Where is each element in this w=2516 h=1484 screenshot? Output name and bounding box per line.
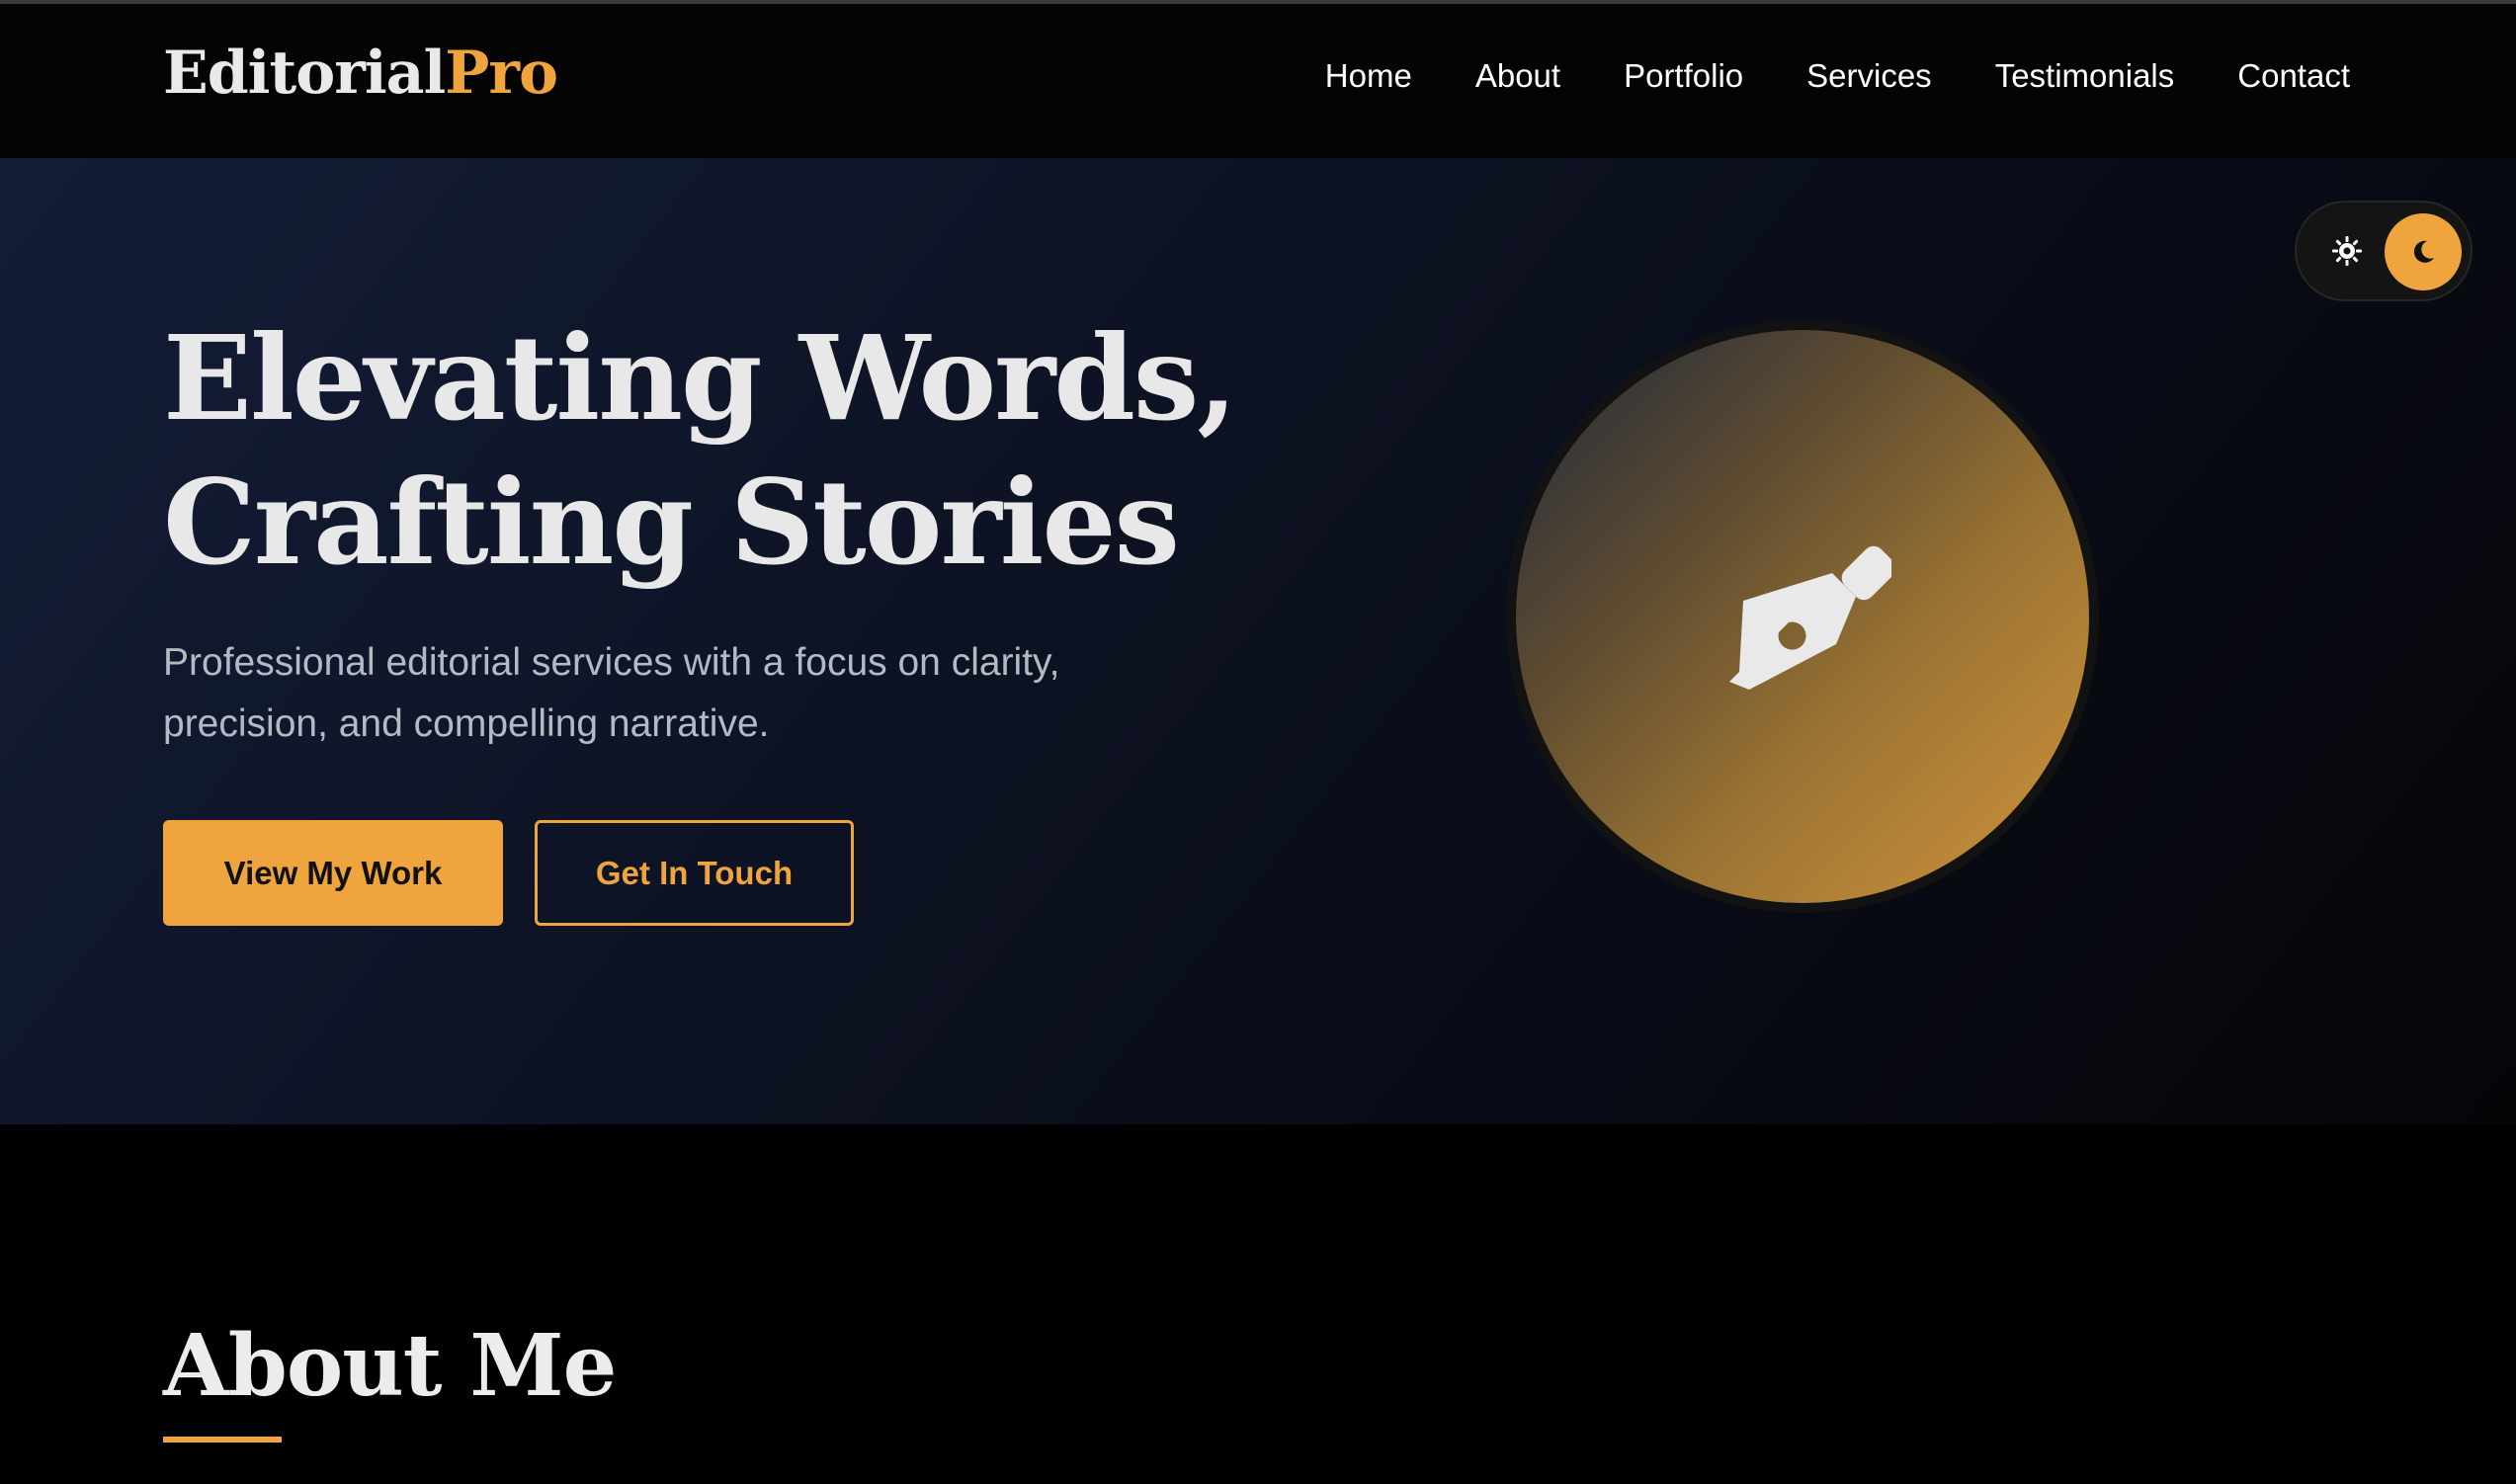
brand-logo[interactable]: EditorialPro (163, 43, 558, 103)
get-in-touch-button[interactable]: Get In Touch (535, 820, 854, 926)
site-header: EditorialPro Home About Portfolio Servic… (0, 4, 2516, 158)
hero-title: Elevating Words, Crafting Stories (163, 306, 1300, 595)
nav-link-about[interactable]: About (1475, 59, 1560, 92)
sun-icon[interactable] (2324, 228, 2370, 274)
hero-subtitle: Professional editorial services with a f… (163, 641, 1060, 745)
about-section-title: About Me (163, 1316, 617, 1416)
hero-section: Elevating Words, Crafting Stories Profes… (0, 158, 2516, 1124)
nav-link-home[interactable]: Home (1325, 59, 1412, 92)
hero-title-line-2: Crafting Stories (163, 453, 1180, 591)
nav-link-portfolio[interactable]: Portfolio (1624, 59, 1743, 92)
brand-name-main: Editorial (163, 39, 446, 108)
view-my-work-button[interactable]: View My Work (163, 820, 503, 926)
nav-link-testimonials[interactable]: Testimonials (1995, 59, 2175, 92)
moon-icon[interactable] (2385, 213, 2462, 290)
hero-title-line-1: Elevating Words, (163, 309, 1237, 447)
nav-link-services[interactable]: Services (1806, 59, 1932, 92)
hero-graphic (1516, 330, 2089, 903)
page: EditorialPro Home About Portfolio Servic… (0, 0, 2516, 1484)
main-nav: Home About Portfolio Services Testimonia… (1325, 59, 2350, 92)
nav-link-contact[interactable]: Contact (2237, 59, 2350, 92)
theme-toggle[interactable] (2295, 201, 2473, 301)
fountain-pen-icon (1729, 545, 1891, 690)
brand-name-accent: Pro (445, 39, 558, 108)
about-title-underline (163, 1437, 282, 1443)
